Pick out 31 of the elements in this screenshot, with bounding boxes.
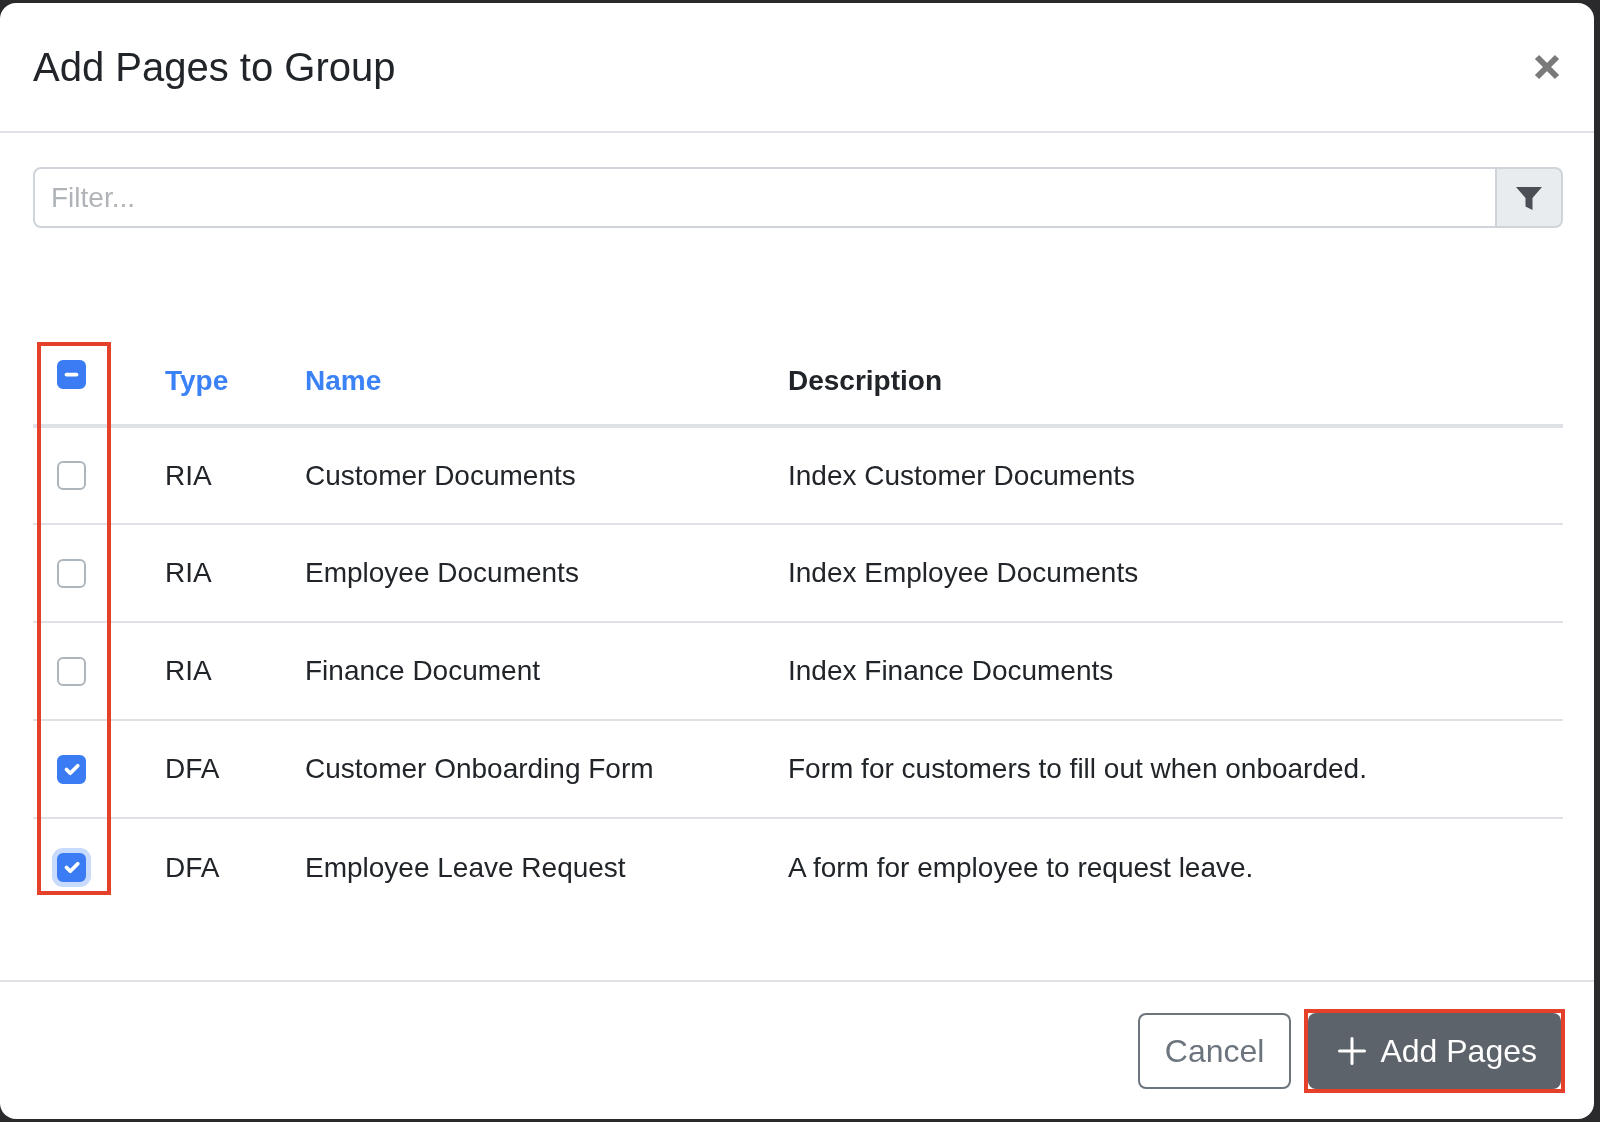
- checkbox[interactable]: [57, 558, 86, 588]
- column-header[interactable]: Type: [165, 365, 229, 396]
- dialog-title: Add Pages to Group: [33, 44, 396, 91]
- table-cell: Index Employee Documents: [764, 524, 1563, 622]
- checkbox[interactable]: [57, 656, 86, 686]
- cancel-button[interactable]: Cancel: [1137, 1012, 1292, 1089]
- table-cell: Form for customers to fill out when onboarded.: [764, 720, 1563, 818]
- filter-button[interactable]: [1496, 167, 1563, 228]
- table-cell: Index Finance Documents: [764, 622, 1563, 720]
- checkbox[interactable]: [57, 754, 86, 784]
- table-cell: DFA: [141, 818, 281, 916]
- checkbox[interactable]: [57, 461, 86, 490]
- table-cell: Customer Onboarding Form: [281, 720, 764, 818]
- table-cell: A form for employee to request leave.: [764, 818, 1563, 916]
- close-icon: [1534, 54, 1560, 80]
- table-cell: RIA: [141, 622, 281, 720]
- add-pages-button[interactable]: Add Pages: [1308, 1012, 1561, 1089]
- select-all-checkbox[interactable]: [57, 360, 86, 389]
- checkbox[interactable]: [57, 853, 86, 882]
- table-cell: Employee Leave Request: [281, 818, 764, 916]
- table-cell: Finance Document: [281, 622, 764, 720]
- plus-icon: [1338, 1036, 1367, 1065]
- table-cell: RIA: [141, 426, 281, 524]
- column-header: Description: [788, 365, 943, 396]
- table-cell: Employee Documents: [281, 524, 764, 622]
- table-cell: Customer Documents: [281, 426, 764, 524]
- table-cell: RIA: [141, 524, 281, 622]
- table-cell: Index Customer Documents: [764, 426, 1563, 524]
- table-cell: DFA: [141, 720, 281, 818]
- column-header[interactable]: Name: [305, 365, 382, 396]
- filter-field[interactable]: Filter...: [33, 167, 1497, 228]
